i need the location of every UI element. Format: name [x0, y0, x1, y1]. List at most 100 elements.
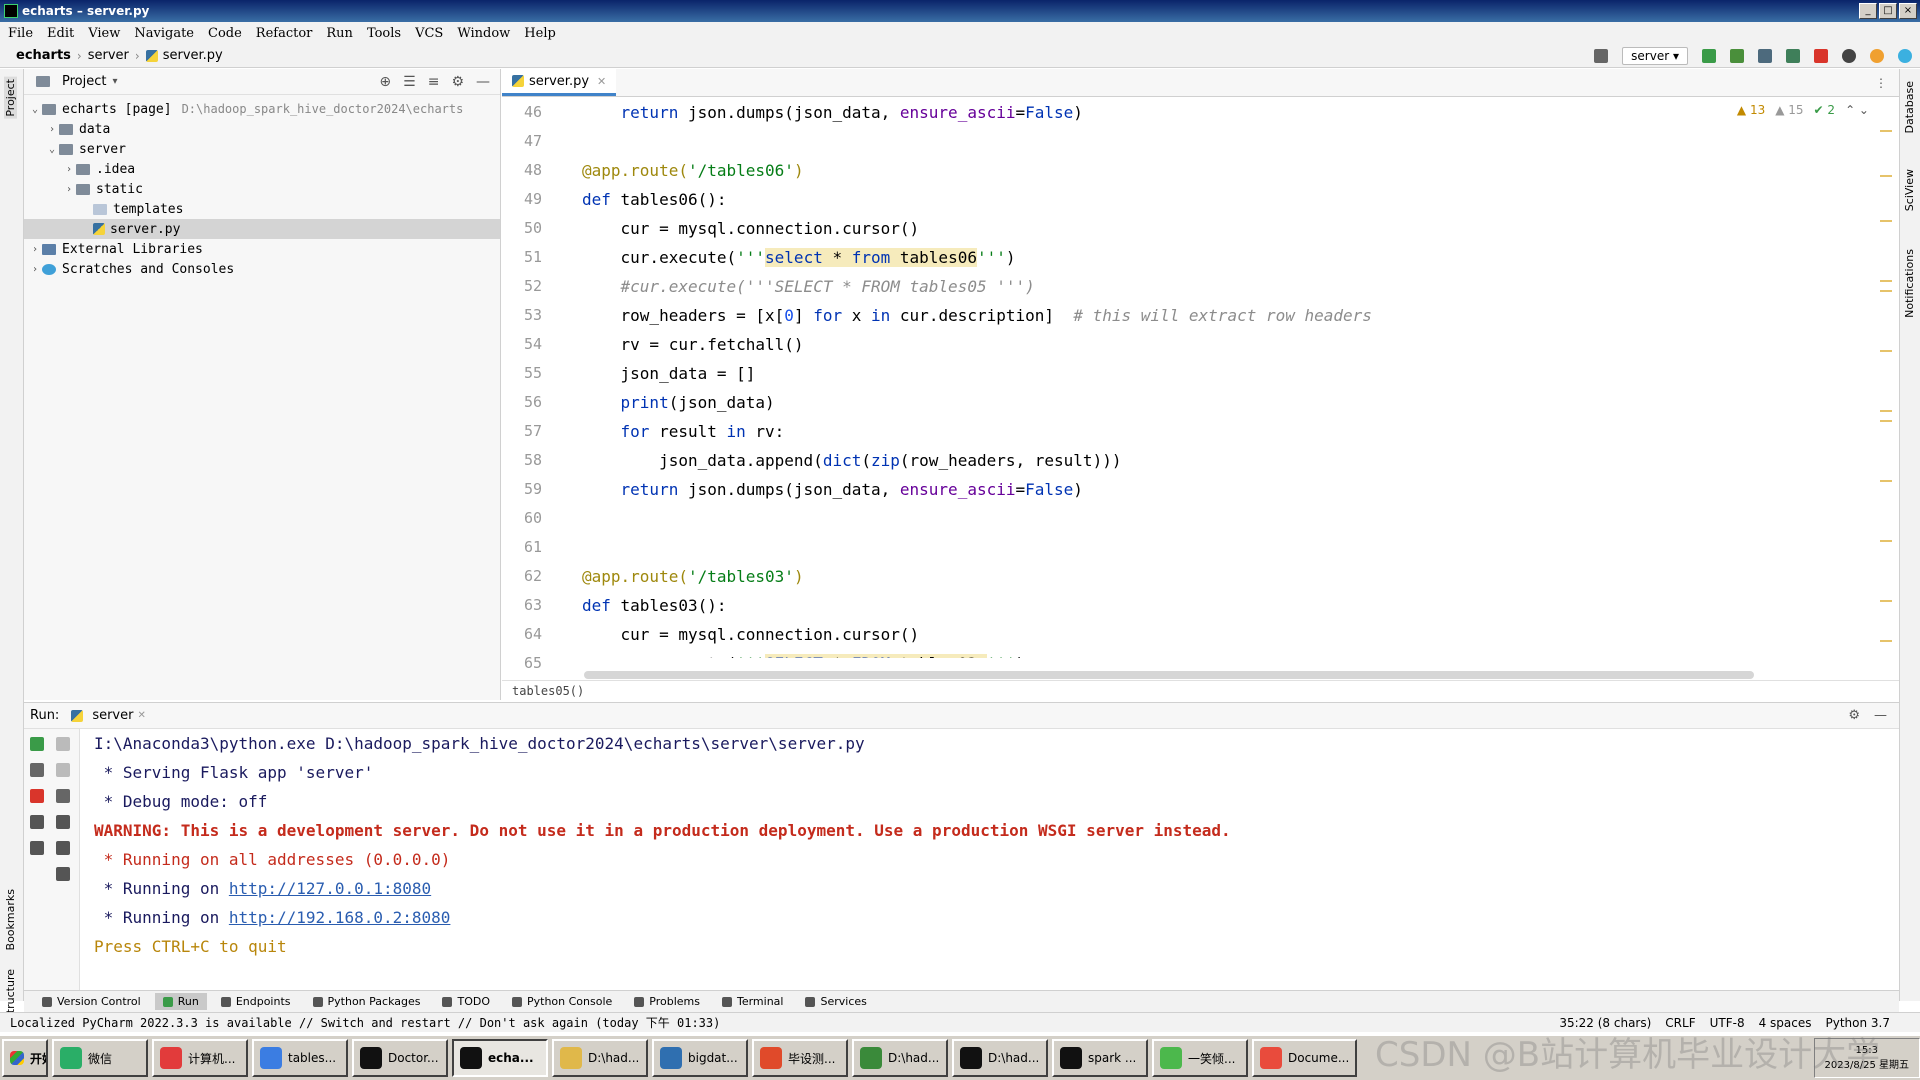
- minimize-button[interactable]: _: [1859, 3, 1877, 19]
- taskbar-item[interactable]: 微信: [52, 1039, 148, 1077]
- menu-edit[interactable]: Edit: [47, 26, 74, 41]
- expand-all-icon[interactable]: ☰: [403, 74, 416, 90]
- stop-icon[interactable]: [30, 789, 44, 803]
- menu-navigate[interactable]: Navigate: [134, 26, 194, 41]
- tab-server-py[interactable]: server.py ✕: [502, 69, 617, 96]
- tool-tab-terminal[interactable]: Terminal: [714, 993, 792, 1010]
- pin-icon[interactable]: [30, 841, 44, 855]
- debug-icon[interactable]: [1730, 48, 1744, 63]
- close-run-tab-icon[interactable]: ✕: [137, 710, 145, 721]
- tool-tab-version-control[interactable]: Version Control: [34, 993, 149, 1010]
- menu-help[interactable]: Help: [524, 26, 556, 41]
- code-line[interactable]: @app.route('/tables06'): [582, 156, 1882, 185]
- taskbar-item[interactable]: Docume...: [1252, 1039, 1358, 1077]
- scroll-to-end-icon[interactable]: [56, 815, 70, 829]
- chevron-right-icon[interactable]: ›: [28, 244, 42, 255]
- tool-tab-endpoints[interactable]: Endpoints: [213, 993, 299, 1010]
- code-line[interactable]: row_headers = [x[0] for x in cur.descrip…: [582, 301, 1882, 330]
- code-line[interactable]: [582, 504, 1882, 533]
- taskbar-item[interactable]: D:\had...: [952, 1039, 1048, 1077]
- bookmarks-tool-tab[interactable]: Bookmarks: [4, 889, 17, 950]
- ide-logo-icon[interactable]: [1898, 48, 1912, 63]
- tree-item[interactable]: server.py: [24, 219, 500, 239]
- close-button[interactable]: ×: [1899, 3, 1917, 19]
- code-line[interactable]: cur = mysql.connection.cursor(): [582, 214, 1882, 243]
- breadcrumb-project[interactable]: echarts: [16, 48, 71, 63]
- account-icon[interactable]: [1594, 48, 1609, 63]
- taskbar-item[interactable]: 计算机...: [152, 1039, 248, 1077]
- chevron-right-icon[interactable]: ›: [28, 264, 42, 275]
- tool-tab-python-console[interactable]: Python Console: [504, 993, 620, 1010]
- breadcrumb-file[interactable]: server.py: [163, 48, 223, 63]
- run-config-select[interactable]: server ▾: [1622, 46, 1688, 65]
- tree-item[interactable]: › External Libraries: [24, 239, 500, 259]
- status-message[interactable]: Localized PyCharm 2022.3.3 is available …: [10, 1014, 720, 1031]
- collapse-all-icon[interactable]: ≡: [428, 74, 440, 90]
- horizontal-scrollbar[interactable]: [584, 671, 1754, 679]
- code-line[interactable]: for result in rv:: [582, 417, 1882, 446]
- tree-item[interactable]: › data: [24, 119, 500, 139]
- code-line[interactable]: print(json_data): [582, 388, 1882, 417]
- tree-item[interactable]: › Scratches and Consoles: [24, 259, 500, 279]
- soft-wrap-icon[interactable]: [56, 789, 70, 803]
- maximize-button[interactable]: □: [1879, 3, 1897, 19]
- code-line[interactable]: def tables06():: [582, 185, 1882, 214]
- tree-item[interactable]: › .idea: [24, 159, 500, 179]
- taskbar-item[interactable]: D:\had...: [852, 1039, 948, 1077]
- chevron-down-icon[interactable]: ⌄: [28, 104, 42, 115]
- taskbar-item[interactable]: 毕设测...: [752, 1039, 848, 1077]
- taskbar-item[interactable]: spark ...: [1052, 1039, 1148, 1077]
- locate-icon[interactable]: ⊕: [379, 74, 391, 90]
- code-line[interactable]: @app.route('/tables03'): [582, 562, 1882, 591]
- code-line[interactable]: cur.execute('''select * from tables06'''…: [582, 243, 1882, 272]
- notifications-tool-tab[interactable]: Notifications: [1903, 249, 1916, 318]
- chevron-right-icon[interactable]: ›: [45, 124, 59, 135]
- console-output[interactable]: I:\Anaconda3\python.exe D:\hadoop_spark_…: [94, 729, 1884, 961]
- code-breadcrumb[interactable]: tables05(): [502, 680, 1899, 700]
- tree-item[interactable]: templates: [24, 199, 500, 219]
- taskbar-item[interactable]: tables...: [252, 1039, 348, 1077]
- taskbar-item[interactable]: bigdat...: [652, 1039, 748, 1077]
- chevron-right-icon[interactable]: ›: [62, 184, 76, 195]
- wrench-icon[interactable]: [30, 763, 44, 777]
- gear-icon[interactable]: ⚙: [451, 74, 464, 90]
- menu-refactor[interactable]: Refactor: [256, 26, 313, 41]
- trash-icon[interactable]: [56, 867, 70, 881]
- code-line[interactable]: #cur.execute('''SELECT * FROM tables05 '…: [582, 272, 1882, 301]
- taskbar-item[interactable]: echa...: [452, 1039, 548, 1077]
- sciview-tool-tab[interactable]: SciView: [1903, 169, 1916, 211]
- menu-vcs[interactable]: VCS: [415, 26, 443, 41]
- more-options-icon[interactable]: ⋮: [1863, 76, 1899, 96]
- taskbar-item[interactable]: 一笑倾...: [1152, 1039, 1248, 1077]
- profile-icon[interactable]: [1786, 48, 1800, 63]
- code-line[interactable]: rv = cur.fetchall(): [582, 330, 1882, 359]
- layout-icon[interactable]: [30, 815, 44, 829]
- tool-tab-problems[interactable]: Problems: [626, 993, 708, 1010]
- rerun-icon[interactable]: [30, 737, 44, 751]
- tool-tab-todo[interactable]: TODO: [434, 993, 498, 1010]
- breadcrumb-folder[interactable]: server: [88, 48, 129, 63]
- print-icon[interactable]: [56, 841, 70, 855]
- tool-tab-services[interactable]: Services: [797, 993, 874, 1010]
- hide-icon[interactable]: —: [1874, 708, 1887, 723]
- taskbar-item[interactable]: D:\had...: [552, 1039, 648, 1077]
- up-icon[interactable]: [56, 737, 70, 751]
- code-line[interactable]: return json.dumps(json_data, ensure_asci…: [582, 98, 1882, 127]
- down-icon[interactable]: [56, 763, 70, 777]
- menu-code[interactable]: Code: [208, 26, 242, 41]
- rerun-icon[interactable]: [1702, 48, 1716, 63]
- project-panel-title[interactable]: Project: [62, 74, 106, 89]
- tree-item[interactable]: › static: [24, 179, 500, 199]
- console-url-link[interactable]: http://127.0.0.1:8080: [229, 879, 431, 898]
- menu-file[interactable]: File: [8, 26, 33, 41]
- code-line[interactable]: return json.dumps(json_data, ensure_asci…: [582, 475, 1882, 504]
- code-line[interactable]: [582, 127, 1882, 156]
- tool-tab-run[interactable]: Run: [154, 993, 207, 1010]
- search-icon[interactable]: [1842, 48, 1856, 63]
- update-icon[interactable]: [1870, 48, 1884, 63]
- database-tool-tab[interactable]: Database: [1903, 81, 1916, 134]
- menu-tools[interactable]: Tools: [367, 26, 401, 41]
- tree-item[interactable]: ⌄ server: [24, 139, 500, 159]
- hide-icon[interactable]: —: [476, 74, 490, 90]
- code-line[interactable]: cur.execute('''SELECT * FROM tables03 ''…: [582, 649, 1882, 658]
